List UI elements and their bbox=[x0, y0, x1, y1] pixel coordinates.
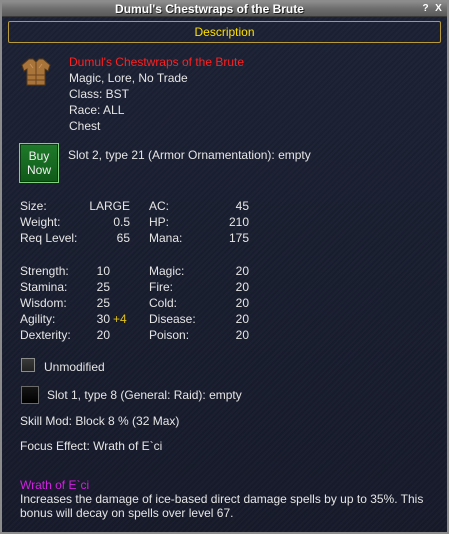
stat-label: Strength: bbox=[20, 264, 69, 278]
ornament-slot: Slot 2, type 21 (Armor Ornamentation): e… bbox=[68, 148, 311, 162]
stat-value: 20 bbox=[235, 328, 249, 342]
unmodified-checkbox[interactable] bbox=[21, 358, 35, 372]
buy-now-line1: Buy bbox=[28, 149, 50, 163]
item-flags: Magic, Lore, No Trade bbox=[69, 71, 188, 85]
stat-label: Cold: bbox=[149, 296, 178, 310]
stat-label: Fire: bbox=[149, 280, 173, 294]
stat-value: 65 bbox=[116, 231, 130, 245]
focus-description: Increases the damage of ice-based direct… bbox=[20, 492, 424, 520]
stat-value: 30 bbox=[96, 312, 110, 326]
stat-label: Wisdom: bbox=[20, 296, 67, 310]
stat-label: Size: bbox=[20, 199, 47, 213]
stat-value: 20 bbox=[235, 312, 249, 326]
stat-label: HP: bbox=[149, 215, 170, 229]
item-race: Race: ALL bbox=[69, 103, 125, 117]
buy-now-button[interactable]: Buy Now bbox=[19, 143, 59, 183]
window-title: Dumul's Chestwraps of the Brute bbox=[115, 2, 304, 16]
stat-label: Magic: bbox=[149, 264, 185, 278]
help-button[interactable]: ? bbox=[420, 3, 431, 14]
skill-mod: Skill Mod: Block 8 % (32 Max) bbox=[20, 414, 180, 428]
item-name: Dumul's Chestwraps of the Brute bbox=[69, 55, 245, 69]
stat-value: 20 bbox=[235, 296, 249, 310]
stat-value: 20 bbox=[235, 280, 249, 294]
stat-value: 210 bbox=[228, 215, 249, 229]
chestwrap-armor-icon bbox=[20, 56, 52, 88]
item-display-window: Dumul's Chestwraps of the Brute ? X Desc… bbox=[0, 0, 449, 534]
augment-slot-icon[interactable] bbox=[21, 386, 39, 404]
stat-value: 25 bbox=[96, 280, 110, 294]
stat-label: Agility: bbox=[20, 312, 56, 326]
buy-now-line2: Now bbox=[26, 163, 51, 177]
stat-value: 10 bbox=[96, 264, 110, 278]
stat-value: 45 bbox=[235, 199, 249, 213]
stat-label: Disease: bbox=[149, 312, 196, 326]
unmodified-label: Unmodified bbox=[44, 360, 105, 374]
stat-label: Dexterity: bbox=[20, 328, 71, 342]
stat-value: 175 bbox=[228, 231, 249, 245]
description-header: Description bbox=[8, 21, 441, 43]
stat-value: 20 bbox=[235, 264, 249, 278]
item-class: Class: BST bbox=[69, 87, 130, 101]
augment-slot-text: Slot 1, type 8 (General: Raid): empty bbox=[47, 388, 242, 402]
stat-label: Poison: bbox=[149, 328, 190, 342]
stat-value: 20 bbox=[96, 328, 110, 342]
stat-label: Weight: bbox=[20, 215, 61, 229]
stat-label: AC: bbox=[149, 199, 170, 213]
stat-value: 0.5 bbox=[113, 215, 130, 229]
item-slot: Chest bbox=[69, 119, 101, 133]
title-bar[interactable]: Dumul's Chestwraps of the Brute ? X bbox=[2, 2, 447, 17]
stat-label: Stamina: bbox=[20, 280, 68, 294]
focus-name: Wrath of E`ci bbox=[20, 478, 90, 492]
close-button[interactable]: X bbox=[433, 3, 444, 14]
focus-effect: Focus Effect: Wrath of E`ci bbox=[20, 439, 163, 453]
stat-value: 25 bbox=[96, 296, 110, 310]
stat-bonus: +4 bbox=[113, 312, 127, 326]
stat-value: LARGE bbox=[89, 199, 130, 213]
stat-label: Mana: bbox=[149, 231, 183, 245]
